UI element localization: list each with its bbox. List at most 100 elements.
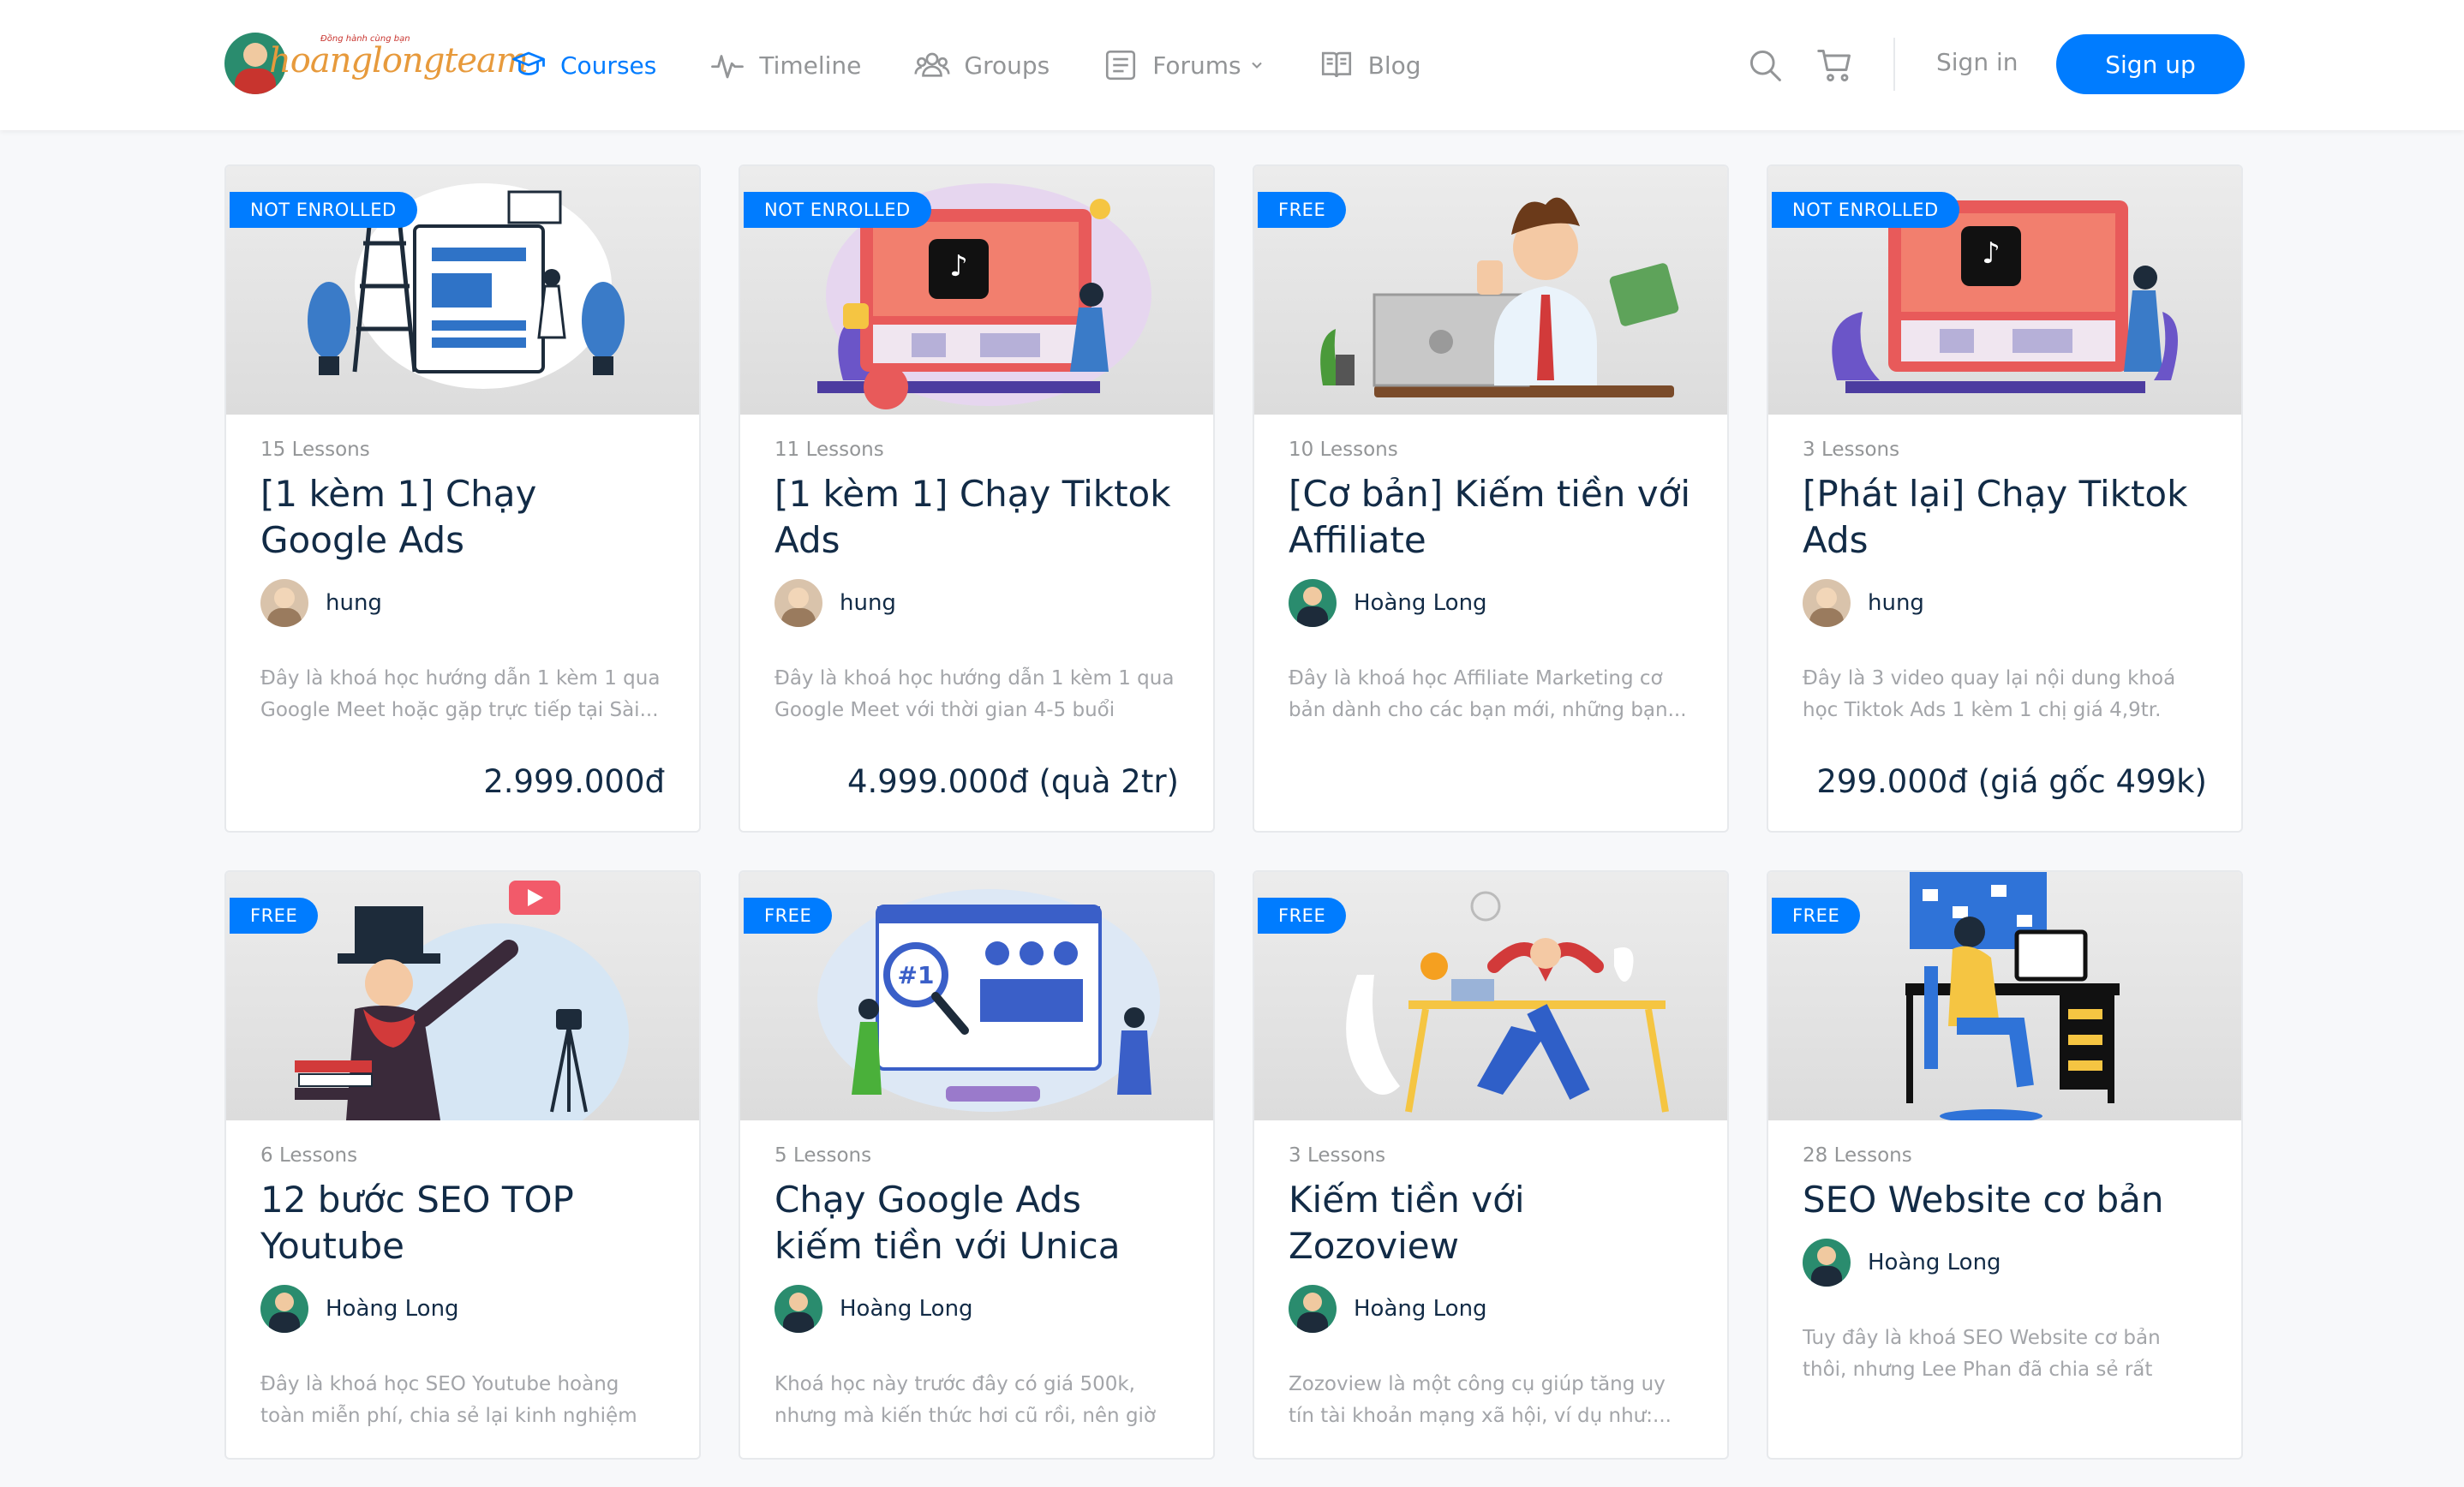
svg-text:♪: ♪ <box>1982 236 2001 271</box>
forums-icon <box>1106 50 1136 81</box>
activity-icon <box>711 55 745 79</box>
course-author[interactable]: Hoàng Long <box>1289 579 1693 627</box>
author-avatar <box>1803 579 1851 627</box>
course-title[interactable]: [1 kèm 1] Chạy Tiktok Ads <box>774 471 1179 564</box>
course-author[interactable]: hung <box>260 579 665 627</box>
course-price: 299.000đ (giá gốc 499k) <box>1816 763 2207 800</box>
site-logo[interactable]: Đồng hành cùng bạn hoanglongteam <box>224 31 529 99</box>
nav-groups[interactable]: Groups <box>914 41 1050 89</box>
course-title[interactable]: [Cơ bản] Kiếm tiền với Affiliate <box>1289 471 1693 564</box>
lesson-count: 6 Lessons <box>260 1144 358 1167</box>
graduation-cap-icon <box>512 51 545 75</box>
nav-forums-label: Forums <box>1152 51 1241 80</box>
course-author[interactable]: Hoàng Long <box>260 1285 665 1333</box>
enrollment-badge: NOT ENROLLED <box>1772 192 1959 228</box>
sign-up-button[interactable]: Sign up <box>2056 34 2245 94</box>
author-name: hung <box>326 590 382 616</box>
course-card[interactable]: FREE 10 Lessons [Cơ bản] Kiếm tiền với A… <box>1253 164 1729 833</box>
course-card[interactable]: FREE 6 Lessons 12 bước SEO TOP Youtube H… <box>224 870 701 1460</box>
course-card[interactable]: NOT ENROLLED ♪ 3 Lessons [Phát lại] Chạy… <box>1767 164 2243 833</box>
course-title[interactable]: [Phát lại] Chạy Tiktok Ads <box>1803 471 2207 564</box>
course-excerpt: Đây là 3 video quay lại nội dung khoá họ… <box>1803 667 2176 721</box>
cart-icon[interactable] <box>1816 46 1854 84</box>
author-name: Hoàng Long <box>1354 590 1487 616</box>
blog-icon <box>1321 51 1351 78</box>
course-author[interactable]: hung <box>774 579 1179 627</box>
nav-forums[interactable]: Forums <box>1103 41 1265 89</box>
course-card[interactable]: NOT ENROLLED ♪ 11 Lessons [1 kèm 1] Chạy… <box>739 164 1215 833</box>
nav-blog[interactable]: Blog <box>1319 41 1421 89</box>
course-thumbnail: FREE <box>1254 872 1727 1120</box>
course-price: 4.999.000đ (quà 2tr) <box>846 763 1179 800</box>
course-card[interactable]: NOT ENROLLED 15 Lessons [1 kèm 1] Chạy G… <box>224 164 701 833</box>
course-author[interactable]: Hoàng Long <box>774 1285 1179 1333</box>
course-excerpt: Đây là khoá học SEO Youtube hoàng toàn m… <box>260 1373 637 1427</box>
author-avatar <box>1803 1239 1851 1287</box>
lesson-count: 3 Lessons <box>1803 439 1900 461</box>
course-title[interactable]: SEO Website cơ bản <box>1803 1177 2207 1223</box>
course-thumbnail: FREE <box>1768 872 2241 1120</box>
enrollment-badge: FREE <box>1772 898 1861 934</box>
nav-courses-label: Courses <box>560 51 657 80</box>
enrollment-badge: FREE <box>744 898 833 934</box>
lesson-count: 11 Lessons <box>774 439 884 461</box>
course-excerpt: Khoá học này trước đây có giá 500k, nhưn… <box>774 1373 1157 1427</box>
course-title[interactable]: [1 kèm 1] Chạy Google Ads <box>260 471 665 564</box>
course-excerpt: Zozoview là một công cụ giúp tăng uy tín… <box>1289 1373 1672 1427</box>
course-grid-row-2: FREE 6 Lessons 12 bước SEO TOP Youtube H… <box>224 870 2243 1460</box>
course-thumbnail: FREE #1 <box>740 872 1213 1120</box>
svg-text:#1: #1 <box>898 961 935 989</box>
nav-timeline[interactable]: Timeline <box>709 41 861 89</box>
svg-text:♪: ♪ <box>949 249 968 284</box>
author-avatar <box>1289 1285 1337 1333</box>
enrollment-badge: NOT ENROLLED <box>744 192 931 228</box>
lesson-count: 10 Lessons <box>1289 439 1398 461</box>
author-name: hung <box>840 590 896 616</box>
nav-groups-label: Groups <box>964 51 1050 80</box>
lesson-count: 5 Lessons <box>774 1144 872 1167</box>
course-grid: NOT ENROLLED 15 Lessons [1 kèm 1] Chạy G… <box>224 164 2243 833</box>
course-excerpt: Đây là khoá học hướng dẫn 1 kèm 1 qua Go… <box>774 667 1175 721</box>
course-author[interactable]: hung <box>1803 579 2207 627</box>
course-thumbnail: NOT ENROLLED ♪ <box>1768 166 2241 415</box>
course-thumbnail: FREE <box>1254 166 1727 415</box>
author-name: Hoàng Long <box>840 1296 973 1322</box>
course-excerpt: Đây là khoá học hướng dẫn 1 kèm 1 qua Go… <box>260 667 661 721</box>
nav-blog-label: Blog <box>1367 51 1421 80</box>
header-divider <box>1893 38 1895 91</box>
sign-in-link[interactable]: Sign in <box>1936 48 2018 76</box>
course-price: 2.999.000đ <box>483 763 665 800</box>
site-header: Đồng hành cùng bạn hoanglongteam Courses… <box>0 0 2464 130</box>
course-excerpt: Đây là khoá học Affiliate Marketing cơ b… <box>1289 667 1687 721</box>
course-thumbnail: FREE <box>226 872 699 1120</box>
enrollment-badge: FREE <box>1258 898 1347 934</box>
author-name: Hoàng Long <box>1868 1250 2001 1275</box>
course-card[interactable]: FREE 28 Lessons SEO Website cơ bản Hoàng… <box>1767 870 2243 1460</box>
course-author[interactable]: Hoàng Long <box>1803 1239 2207 1287</box>
author-avatar <box>774 1285 822 1333</box>
course-author[interactable]: Hoàng Long <box>1289 1285 1693 1333</box>
author-avatar <box>774 579 822 627</box>
course-card[interactable]: FREE 3 Lessons Kiếm tiền với Zozoview Ho… <box>1253 870 1729 1460</box>
nav-timeline-label: Timeline <box>759 51 862 80</box>
search-icon[interactable] <box>1746 46 1784 84</box>
course-title[interactable]: Kiếm tiền với Zozoview <box>1289 1177 1693 1269</box>
author-avatar <box>260 1285 308 1333</box>
author-avatar <box>1289 579 1337 627</box>
nav-courses[interactable]: Courses <box>511 41 656 89</box>
author-name: Hoàng Long <box>1354 1296 1487 1322</box>
author-avatar <box>260 579 308 627</box>
author-name: hung <box>1868 590 1924 616</box>
course-title[interactable]: 12 bước SEO TOP Youtube <box>260 1177 665 1269</box>
lesson-count: 15 Lessons <box>260 439 370 461</box>
enrollment-badge: FREE <box>230 898 319 934</box>
enrollment-badge: NOT ENROLLED <box>230 192 417 228</box>
main-nav: Courses Timeline Groups Forums Blog <box>511 41 1474 89</box>
course-title[interactable]: Chạy Google Ads kiếm tiền với Unica <box>774 1177 1179 1269</box>
enrollment-badge: FREE <box>1258 192 1347 228</box>
chevron-down-icon <box>1251 62 1262 69</box>
lesson-count: 3 Lessons <box>1289 1144 1386 1167</box>
lesson-count: 28 Lessons <box>1803 1144 1912 1167</box>
course-thumbnail: NOT ENROLLED <box>226 166 699 415</box>
course-card[interactable]: FREE #1 5 Lessons Chạy Google Ads kiếm t… <box>739 870 1215 1460</box>
